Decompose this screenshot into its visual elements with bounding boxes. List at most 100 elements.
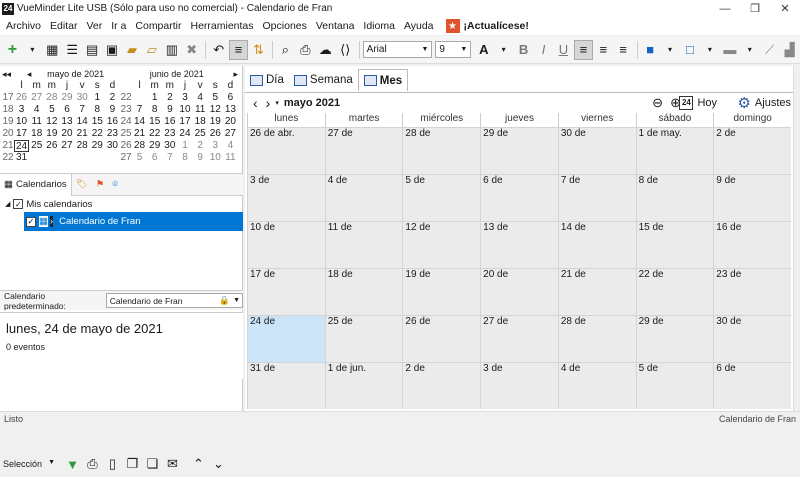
day-cell[interactable]: 17 de: [247, 268, 325, 315]
day-cell[interactable]: 1 de jun.: [324, 362, 403, 409]
border-dropdown-icon[interactable]: ▾: [700, 40, 719, 60]
mini-cal-day[interactable]: 9: [162, 104, 177, 116]
day-cell[interactable]: 28 de: [557, 315, 636, 362]
search-icon[interactable]: ⌕: [276, 40, 295, 60]
mini-cal-day[interactable]: 30: [162, 140, 177, 152]
format-painter-icon[interactable]: ▟: [780, 40, 799, 60]
mini-cal-day[interactable]: 9: [193, 152, 208, 164]
default-calendar-select[interactable]: Calendario de Fran 🔒 ▼: [105, 293, 243, 308]
eyedropper-icon[interactable]: ⟋: [760, 40, 779, 60]
day-cell[interactable]: 25 de: [324, 315, 403, 362]
clipboard-icon[interactable]: ▰: [123, 40, 142, 60]
mini-cal-day[interactable]: 4: [193, 92, 208, 104]
mini-cal-day[interactable]: 11: [223, 152, 238, 164]
copy-icon[interactable]: ▱: [142, 40, 161, 60]
new-note-icon[interactable]: ▤: [83, 40, 102, 60]
format-icon[interactable]: ≡: [229, 39, 249, 60]
email-icon[interactable]: ✉: [163, 454, 182, 474]
mini-cal-day[interactable]: 10: [208, 152, 223, 164]
mini-cal-day[interactable]: 19: [208, 116, 223, 128]
mini-cal-day[interactable]: 15: [90, 116, 105, 128]
day-cell[interactable]: 12 de: [402, 221, 481, 268]
mini-cal-day[interactable]: 10: [14, 116, 29, 128]
day-cell[interactable]: 2 de: [713, 127, 791, 174]
collapse-icon[interactable]: ◢: [5, 200, 10, 208]
day-cell[interactable]: 26 de abr.: [247, 127, 325, 174]
day-cell[interactable]: 6 de: [713, 362, 791, 409]
mini-cal-day[interactable]: 27: [59, 140, 74, 152]
print-icon[interactable]: ⎙: [296, 40, 315, 60]
mini-cal-day[interactable]: 12: [208, 104, 223, 116]
mini-cal-day[interactable]: 13: [59, 116, 74, 128]
mini-cal-day[interactable]: 26: [14, 92, 29, 104]
print-icon[interactable]: ⎙: [83, 454, 102, 474]
cloud-sync-icon[interactable]: ☁: [316, 40, 335, 60]
mini-cal-day[interactable]: 3: [14, 104, 29, 116]
day-cell[interactable]: 31 de: [247, 362, 325, 409]
mini-cal-day[interactable]: 7: [132, 104, 147, 116]
mini-cal-day[interactable]: 21: [75, 128, 90, 140]
align-center-icon[interactable]: ≡: [594, 40, 613, 60]
font-size-select[interactable]: 9 ▼: [435, 41, 472, 58]
preview-icon[interactable]: ▯: [103, 454, 122, 474]
day-cell[interactable]: 19 de: [402, 268, 481, 315]
mini-cal-week-number[interactable]: 27: [120, 152, 132, 164]
mini-cal-day[interactable]: 20: [223, 116, 238, 128]
day-cell[interactable]: 20 de: [480, 268, 558, 315]
day-cell[interactable]: 27 de: [480, 315, 558, 362]
prev-month-icon[interactable]: ◂: [27, 69, 32, 80]
mini-cal-day[interactable]: 6: [147, 152, 162, 164]
day-cell[interactable]: 24 de: [247, 315, 325, 362]
new-event-icon[interactable]: ▦: [43, 40, 62, 60]
font-size-dropdown-icon[interactable]: ▾: [494, 40, 513, 60]
day-cell[interactable]: 5 de: [635, 362, 714, 409]
mini-cal-day[interactable]: 12: [44, 116, 59, 128]
paste-icon[interactable]: ▥: [162, 40, 181, 60]
mini-cal-day[interactable]: 16: [105, 116, 120, 128]
export-icon[interactable]: ❏: [143, 454, 162, 474]
day-cell[interactable]: 21 de: [557, 268, 636, 315]
day-cell[interactable]: 7 de: [557, 174, 636, 221]
new-contact-icon[interactable]: ▣: [103, 40, 122, 60]
mini-cal-day[interactable]: 18: [193, 116, 208, 128]
mini-cal-day[interactable]: 1: [147, 92, 162, 104]
tree-item-calendar[interactable]: ✓ ▦ › Calendario de Fran: [24, 212, 243, 231]
day-cell[interactable]: 30 de: [557, 127, 636, 174]
day-cell[interactable]: 29 de: [635, 315, 714, 362]
mini-cal-week-number[interactable]: 22: [2, 152, 14, 164]
mini-cal-day[interactable]: 29: [59, 92, 74, 104]
tree-root[interactable]: ◢ ✓ Mis calendarios: [0, 196, 243, 212]
menu-idioma[interactable]: Idioma: [360, 20, 398, 32]
day-cell[interactable]: 3 de: [247, 174, 325, 221]
mini-cal-day[interactable]: 17: [14, 128, 29, 140]
mini-cal-day[interactable]: 26: [208, 128, 223, 140]
tab-calendarios[interactable]: ▦ Calendarios: [0, 173, 72, 196]
mini-cal-day[interactable]: 20: [59, 128, 74, 140]
mini-cal-day[interactable]: 29: [90, 140, 105, 152]
line-style-icon[interactable]: ▬: [720, 40, 739, 60]
mini-cal-day[interactable]: 28: [75, 140, 90, 152]
mini-cal-day[interactable]: 31: [14, 152, 29, 164]
mini-cal-week-number[interactable]: 17: [2, 92, 14, 104]
mini-cal-day[interactable]: 10: [177, 104, 192, 116]
mini-cal-week-number[interactable]: 22: [120, 92, 132, 104]
day-cell[interactable]: 2 de: [402, 362, 481, 409]
mini-cal-day[interactable]: 2: [162, 92, 177, 104]
mini-cal-day[interactable]: 26: [44, 140, 59, 152]
mini-cal-day[interactable]: 22: [90, 128, 105, 140]
menu-ayuda[interactable]: Ayuda: [401, 20, 437, 32]
mini-cal-day[interactable]: 17: [177, 116, 192, 128]
mini-cal-day[interactable]: 1: [90, 92, 105, 104]
day-cell[interactable]: 8 de: [635, 174, 714, 221]
day-cell[interactable]: 30 de: [713, 315, 791, 362]
mini-cal-day[interactable]: 3: [177, 92, 192, 104]
mini-cal-day[interactable]: 9: [105, 104, 120, 116]
mini-cal-day[interactable]: 5: [44, 104, 59, 116]
new-dropdown-icon[interactable]: ▾: [23, 40, 42, 60]
mini-cal-week-number[interactable]: 24: [120, 116, 132, 128]
menu-ver[interactable]: Ver: [83, 20, 105, 32]
mini-cal-day[interactable]: 24: [14, 140, 30, 152]
mini-cal-day[interactable]: 30: [75, 92, 90, 104]
scrollbar[interactable]: [793, 66, 800, 411]
day-cell[interactable]: 10 de: [247, 221, 325, 268]
